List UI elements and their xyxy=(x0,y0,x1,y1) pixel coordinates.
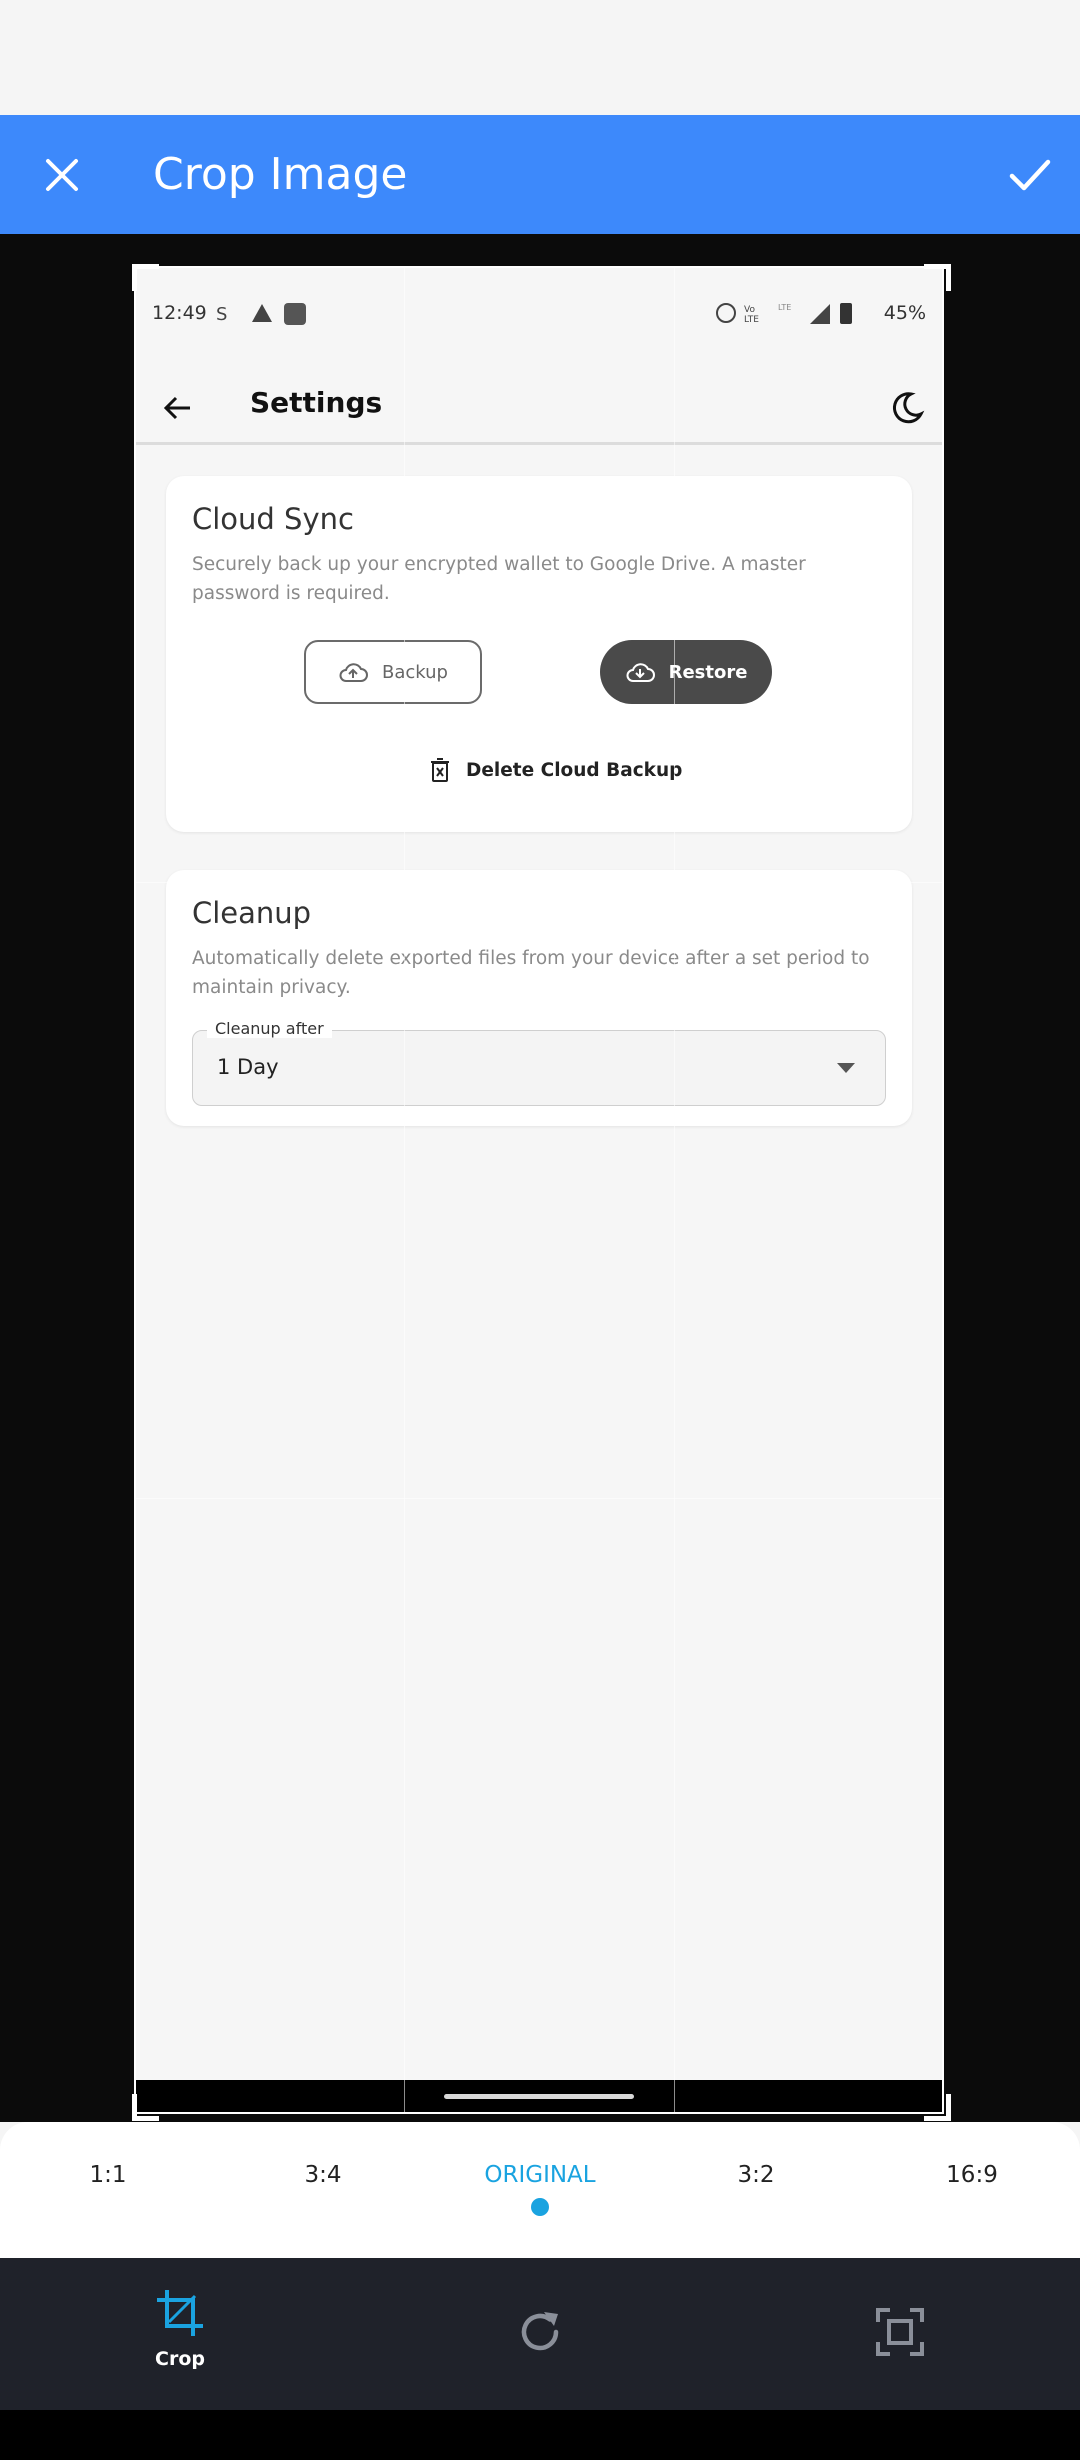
cleanup-select-value: 1 Day xyxy=(217,1055,279,1079)
backup-label: Backup xyxy=(382,661,448,683)
svg-text:LTE: LTE xyxy=(778,303,791,312)
status-icons-right: Vo LTE LTE 45% xyxy=(714,300,926,326)
cloud-sync-card: Cloud Sync Securely back up your encrypt… xyxy=(166,476,912,832)
delete-cloud-backup-label: Delete Cloud Backup xyxy=(466,759,683,781)
system-nav-area xyxy=(0,2410,1080,2460)
crop-tool-label: Crop xyxy=(155,2348,205,2370)
cleanup-select-label: Cleanup after xyxy=(207,1019,332,1038)
ratio-3-2[interactable]: 3:2 xyxy=(676,2162,836,2188)
crop-grid-line xyxy=(674,266,675,2114)
settings-title: Settings xyxy=(250,386,383,419)
crop-handle-top-right[interactable] xyxy=(924,264,951,291)
crop-handle-bottom-left[interactable] xyxy=(132,2094,159,2121)
trash-icon xyxy=(431,758,449,782)
svg-text:LTE: LTE xyxy=(744,315,759,325)
signal-icons: Vo LTE LTE xyxy=(715,303,852,325)
crop-grid-line xyxy=(134,882,944,883)
ratio-16-9[interactable]: 16:9 xyxy=(892,2162,1052,2188)
top-blank-area xyxy=(0,0,1080,115)
rotate-icon xyxy=(521,2312,559,2351)
cloud-upload-icon xyxy=(339,663,368,682)
cleanup-card: Cleanup Automatically delete exported fi… xyxy=(166,870,912,1126)
preview-status-bar: 12:49 S Vo LTE LTE 45% xyxy=(134,266,944,366)
check-icon[interactable] xyxy=(1004,149,1056,201)
active-ratio-indicator xyxy=(531,2198,549,2216)
moon-icon xyxy=(892,392,925,424)
ratio-1-1[interactable]: 1:1 xyxy=(28,2162,188,2188)
back-arrow-icon xyxy=(163,396,190,420)
cleanup-title: Cleanup xyxy=(192,896,312,930)
dropdown-arrow-icon xyxy=(837,1063,855,1073)
rotate-button[interactable] xyxy=(480,2306,600,2362)
settings-header: Settings xyxy=(134,366,944,450)
bottom-toolbar: Crop xyxy=(0,2258,1080,2410)
close-icon[interactable] xyxy=(36,149,88,201)
crop-handle-top-left[interactable] xyxy=(132,264,159,291)
ratio-3-4[interactable]: 3:4 xyxy=(243,2162,403,2188)
cleanup-description: Automatically delete exported files from… xyxy=(192,948,870,998)
status-time: 12:49 xyxy=(152,302,207,324)
fit-frame-icon xyxy=(876,2308,924,2356)
cleanup-select: Cleanup after 1 Day xyxy=(192,1019,886,1106)
ratio-original[interactable]: ORIGINAL xyxy=(460,2162,620,2188)
cloud-sync-description: Securely back up your encrypted wallet t… xyxy=(192,554,806,604)
cloud-sync-title: Cloud Sync xyxy=(192,502,354,536)
aspect-ratio-bar: 1:1 3:4 ORIGINAL 3:2 16:9 xyxy=(0,2122,1080,2258)
app-bar: Crop Image xyxy=(0,115,1080,234)
restore-label: Restore xyxy=(668,661,748,683)
crop-grid-line xyxy=(404,266,405,2114)
crop-handle-bottom-right[interactable] xyxy=(924,2094,951,2121)
image-preview: 12:49 S Vo LTE LTE 45% Settings Cloud Sy… xyxy=(134,266,944,2114)
fit-frame-button[interactable] xyxy=(840,2306,960,2362)
crop-icon xyxy=(157,2290,203,2336)
header-divider xyxy=(134,442,944,445)
svg-text:S: S xyxy=(216,304,227,325)
page-title: Crop Image xyxy=(153,149,408,200)
svg-text:Vo: Vo xyxy=(744,305,755,315)
preview-nav-bar xyxy=(134,2080,944,2114)
status-icons-left: S xyxy=(216,303,306,325)
restore-button: Restore xyxy=(600,640,772,704)
crop-grid-line xyxy=(134,1498,944,1499)
backup-button: Backup xyxy=(304,640,482,704)
battery-level: 45% xyxy=(883,302,926,324)
home-indicator xyxy=(444,2094,634,2099)
delete-cloud-backup-button: Delete Cloud Backup xyxy=(430,758,682,782)
cloud-download-icon xyxy=(626,663,655,682)
crop-tool-button[interactable]: Crop xyxy=(120,2288,240,2370)
